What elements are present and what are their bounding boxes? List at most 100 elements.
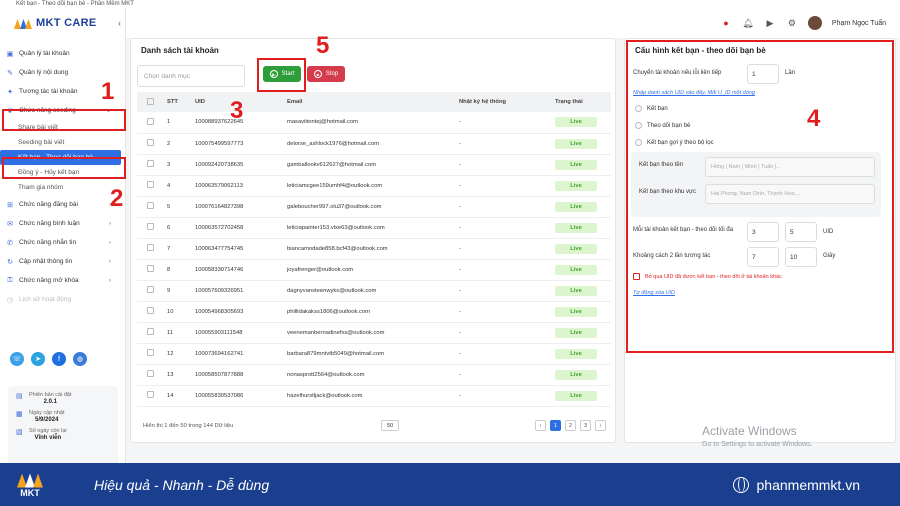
page-prev[interactable]: ‹: [535, 420, 546, 431]
sidebar-item-seeding-post[interactable]: Seeding bài viết: [0, 135, 125, 150]
sidebar-item-update-info[interactable]: ↻ Cập nhật thông tin ›: [0, 252, 125, 271]
table-row[interactable]: 8 100058330714746 joyafrenger@outlook.com -…: [137, 259, 611, 281]
sidebar-item-message[interactable]: ✆ Chức năng nhắn tin ›: [0, 233, 125, 252]
telegram-icon[interactable]: ➤: [31, 352, 45, 366]
row-checkbox[interactable]: [147, 202, 154, 209]
row-checkbox[interactable]: [147, 139, 154, 146]
row-checkbox[interactable]: [147, 391, 154, 398]
gear-icon[interactable]: ⚙: [786, 17, 798, 29]
col-status[interactable]: Trạng thái: [555, 92, 611, 112]
cell-status: Live: [555, 133, 611, 155]
row-checkbox[interactable]: [147, 181, 154, 188]
sidebar-item-join-group[interactable]: Tham gia nhóm: [0, 180, 125, 195]
sidebar-item-label: Lịch sử hoạt động: [19, 296, 72, 303]
cell-stt: 10: [167, 301, 195, 323]
cell-uid: 100063477754745: [195, 238, 287, 260]
cell-uid: 100076164827398: [195, 196, 287, 218]
table-row[interactable]: 14 100055830537086 hazelhurstljack@outlook…: [137, 385, 611, 407]
cell-log: -: [459, 238, 555, 260]
update-date: 5/9/2024: [35, 417, 59, 423]
page-3[interactable]: 3: [580, 420, 591, 431]
page-next[interactable]: ›: [595, 420, 606, 431]
update-label: Ngày cập nhật: [29, 410, 65, 416]
banner-site: phanmemmkt.vn: [732, 476, 860, 493]
page-2[interactable]: 2: [565, 420, 576, 431]
sidebar-item-account-manage[interactable]: ▣ Quản lý tài khoản: [0, 44, 125, 63]
table-row[interactable]: 4 100063579062113 leticiamcgee159umhf4@out…: [137, 175, 611, 197]
cell-status: Live: [555, 343, 611, 365]
row-checkbox[interactable]: [147, 307, 154, 314]
username[interactable]: Phạm Ngọc Tuấn: [832, 20, 886, 27]
table-row[interactable]: 6 100063572702458 leticiapainter153.vlxe63…: [137, 217, 611, 239]
table-row[interactable]: 5 100076164827398 galeboucher997.olu37@out…: [137, 196, 611, 218]
sidebar-item-posting[interactable]: ⊞ Chức năng đăng bài ›: [0, 195, 125, 214]
bell-icon[interactable]: 🔔︎: [742, 17, 754, 29]
banner-logo: MKT: [0, 463, 60, 506]
play-icon[interactable]: ▶: [764, 17, 776, 29]
facebook-icon[interactable]: f: [52, 352, 66, 366]
table-row[interactable]: 12 100073694162741 barbara879mntvtb5049@ho…: [137, 343, 611, 365]
status-badge: Live: [555, 117, 597, 128]
sidebar-item-label: Quản lý tài khoản: [19, 50, 70, 57]
vietnam-flag-icon[interactable]: ●: [720, 17, 732, 29]
table-row[interactable]: 1 100088937622645 masaviitontej@hotmail.co…: [137, 112, 611, 134]
cell-stt: 11: [167, 322, 195, 344]
row-checkbox[interactable]: [147, 117, 154, 125]
content-icon: ✎: [7, 69, 13, 77]
col-email[interactable]: Email: [287, 92, 459, 112]
sidebar-item-comment[interactable]: ✉ Chức năng bình luận ›: [0, 214, 125, 233]
status-badge: Live: [555, 264, 597, 275]
sidebar-item-label: Cập nhật thông tin: [19, 258, 73, 265]
accounts-panel: Danh sách tài khoản Chọn danh mục ▶ Start…: [130, 38, 616, 443]
globe-icon[interactable]: ◍: [73, 352, 87, 366]
cell-log: -: [459, 259, 555, 281]
page-size-select[interactable]: 50: [381, 420, 399, 431]
topbar: ● 🔔︎ ▶ ⚙ Phạm Ngọc Tuấn: [126, 8, 900, 38]
table-row[interactable]: 10 100054968305693 phillidakakss1806@outlo…: [137, 301, 611, 323]
days-value: Vĩnh viễn: [34, 435, 62, 441]
highlight-seeding-menu: [2, 109, 126, 131]
highlight-add-friend-item: [2, 157, 126, 179]
row-checkbox[interactable]: [147, 370, 154, 377]
avatar[interactable]: [807, 16, 822, 30]
cell-log: -: [459, 280, 555, 302]
page-1[interactable]: 1: [550, 420, 561, 431]
support-icon[interactable]: ☏: [10, 352, 24, 366]
cell-stt: 4: [167, 175, 195, 197]
cell-stt: 2: [167, 133, 195, 155]
collapse-sidebar-icon[interactable]: ‹: [118, 18, 121, 28]
select-all-checkbox[interactable]: [147, 97, 154, 105]
col-log[interactable]: Nhật ký hệ thống: [459, 92, 555, 112]
sidebar-item-history[interactable]: ◷ Lịch sử hoạt động: [0, 290, 125, 309]
table-row[interactable]: 11 100055903111548 veenemanbernadinefxs@ou…: [137, 322, 611, 344]
row-checkbox[interactable]: [147, 265, 154, 272]
table-row[interactable]: 3 100092420738635 gamballookv612627@hotmai…: [137, 154, 611, 176]
status-badge: Live: [555, 222, 597, 233]
message-icon: ✆: [7, 239, 13, 247]
highlight-start-button: [257, 58, 306, 92]
row-checkbox[interactable]: [147, 328, 154, 335]
cell-status: Live: [555, 385, 611, 407]
version-value: 2.0.1: [43, 399, 57, 405]
step-number-4: 4: [807, 105, 821, 132]
status-badge: Live: [555, 180, 597, 191]
category-select[interactable]: Chọn danh mục: [137, 65, 245, 87]
row-checkbox[interactable]: [147, 160, 154, 167]
stop-button[interactable]: ■ Stop: [307, 66, 345, 82]
table-row[interactable]: 13 100058507877888 nonasprott2564@outlook.…: [137, 364, 611, 386]
cell-log: -: [459, 175, 555, 197]
interaction-icon: ✦: [7, 88, 13, 96]
row-checkbox[interactable]: [147, 244, 154, 251]
table-row[interactable]: 9 100057609326951 dagnyvansteenwyks@outloo…: [137, 280, 611, 302]
cell-email: leticiamcgee159umhf4@outlook.com: [287, 175, 459, 197]
sidebar-item-label: Chức năng mở khóa: [19, 277, 79, 284]
col-stt[interactable]: STT: [167, 92, 195, 112]
row-checkbox[interactable]: [147, 349, 154, 356]
stop-icon: ■: [313, 70, 322, 78]
table-row[interactable]: 7 100063477754745 biancamodade858.bcf43@ou…: [137, 238, 611, 260]
status-badge: Live: [555, 306, 597, 317]
row-checkbox[interactable]: [147, 223, 154, 230]
row-checkbox[interactable]: [147, 286, 154, 293]
sidebar-item-unlock[interactable]: ⚿ Chức năng mở khóa ›: [0, 271, 125, 290]
table-row[interactable]: 2 100075499597773 delorse_ashlock1976@hotm…: [137, 133, 611, 155]
